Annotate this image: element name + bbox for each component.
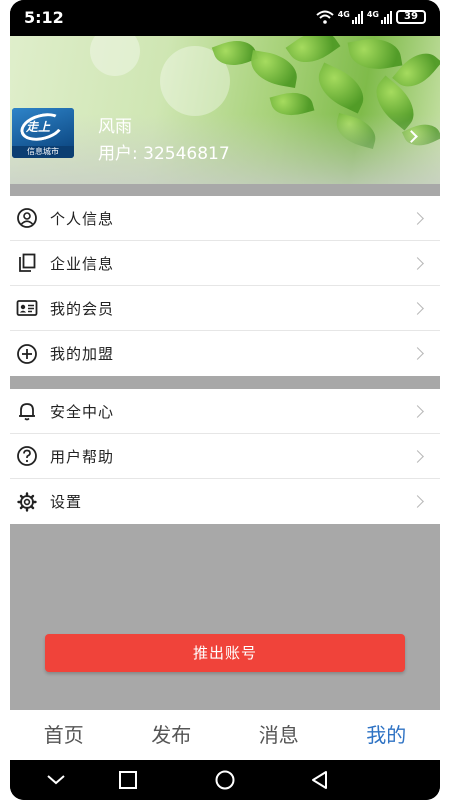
bell-icon: [19, 403, 35, 421]
menu-item-label: 我的加盟: [50, 345, 115, 363]
status-bar: 5:12 4G 4G 39: [10, 0, 440, 36]
status-icons: 4G 4G 39: [316, 10, 426, 24]
chevron-right-icon: [411, 347, 424, 360]
wifi-icon: [316, 10, 334, 24]
menu-item-label: 我的会员: [50, 299, 115, 318]
id-card-icon: [16, 300, 38, 316]
menu-content: 个人信息 企业信息 我的会员 我的加盟 安全中心 用户帮助 设置 推出账号: [10, 184, 440, 710]
menu-item-label: 个人信息: [50, 209, 115, 228]
signal-icon: 4G: [367, 10, 392, 24]
logout-button[interactable]: 推出账号: [45, 634, 405, 672]
menu-item-label: 用户帮助: [50, 447, 115, 466]
menu-item-security[interactable]: 安全中心: [10, 389, 440, 434]
chevron-right-icon: [411, 405, 424, 418]
person-circle-icon: [17, 208, 37, 228]
user-id: 用户: 32546817: [98, 144, 230, 164]
status-time: 5:12: [24, 8, 64, 27]
signal-label: 4G: [337, 10, 350, 19]
menu-group-system: 安全中心 用户帮助 设置: [10, 389, 440, 524]
home-circle-icon[interactable]: [195, 760, 255, 800]
menu-item-membership[interactable]: 我的会员: [10, 286, 440, 331]
system-nav-bar: [10, 760, 440, 800]
profile-header[interactable]: 走上 信息城市 风雨 用户: 32546817: [10, 36, 440, 184]
tab-home[interactable]: 首页: [10, 710, 118, 760]
tab-mine[interactable]: 我的: [333, 710, 441, 760]
menu-item-label: 安全中心: [50, 402, 115, 421]
menu-item-franchise[interactable]: 我的加盟: [10, 331, 440, 376]
plus-circle-icon: [17, 343, 37, 364]
menu-item-company-info[interactable]: 企业信息: [10, 241, 440, 286]
battery-icon: 39: [396, 10, 426, 24]
chevron-down-icon[interactable]: [26, 760, 86, 800]
help-circle-icon: [17, 446, 37, 466]
phone-screen: 5:12 4G 4G 39 走上 信息城市 风雨 用户: 32546817 个人…: [10, 0, 440, 800]
back-triangle-icon[interactable]: [290, 760, 350, 800]
menu-item-label: 设置: [50, 493, 83, 511]
tab-messages[interactable]: 消息: [225, 710, 333, 760]
menu-item-settings[interactable]: 设置: [10, 479, 440, 524]
tab-publish[interactable]: 发布: [118, 710, 226, 760]
menu-group-account: 个人信息 企业信息 我的会员 我的加盟: [10, 196, 440, 376]
chevron-right-icon: [411, 450, 424, 463]
bottom-tab-bar: 首页 发布 消息 我的: [10, 710, 440, 760]
gear-icon: [17, 491, 37, 512]
chevron-right-icon: [411, 257, 424, 270]
menu-item-help[interactable]: 用户帮助: [10, 434, 440, 479]
menu-item-label: 企业信息: [50, 254, 115, 273]
user-name: 风雨: [98, 117, 132, 137]
copy-icon: [19, 253, 36, 272]
logo-mark: 走上: [26, 120, 51, 134]
recents-square-icon[interactable]: [98, 760, 158, 800]
leaf-decoration: [310, 62, 372, 114]
menu-item-personal-info[interactable]: 个人信息: [10, 196, 440, 241]
bokeh-light: [90, 36, 140, 76]
app-logo: 走上 信息城市: [12, 108, 74, 158]
chevron-right-icon: [411, 212, 424, 225]
logo-caption: 信息城市: [12, 146, 74, 158]
signal-label: 4G: [366, 10, 379, 19]
chevron-right-icon: [411, 302, 424, 315]
leaf-decoration: [347, 36, 403, 75]
signal-icon: 4G: [338, 10, 363, 24]
chevron-right-icon: [411, 495, 424, 508]
